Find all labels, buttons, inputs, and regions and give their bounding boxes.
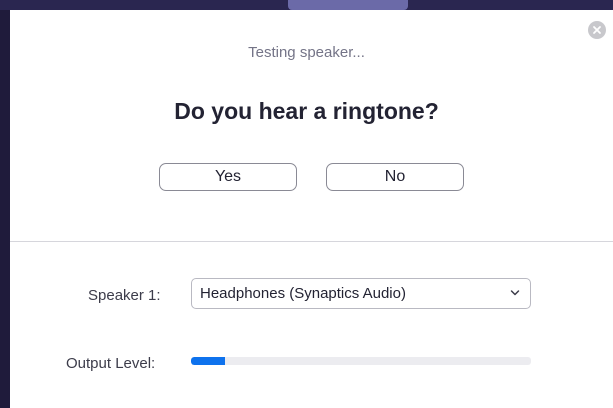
backdrop-highlight: [288, 0, 408, 10]
output-level-label: Output Level:: [66, 355, 156, 372]
close-icon: [593, 26, 601, 34]
output-level-meter: [191, 357, 531, 365]
output-level-fill: [191, 357, 225, 365]
chevron-down-icon: [510, 290, 520, 296]
no-button[interactable]: No: [326, 163, 464, 191]
section-divider: [10, 241, 613, 242]
backdrop-top-edge: [0, 0, 613, 10]
speaker-select[interactable]: Headphones (Synaptics Audio): [191, 278, 531, 309]
yes-button[interactable]: Yes: [159, 163, 297, 191]
close-button[interactable]: [588, 21, 606, 39]
speaker-selected-value: Headphones (Synaptics Audio): [200, 285, 406, 302]
ringtone-question: Do you hear a ringtone?: [174, 98, 439, 124]
screenshot-viewport: Testing speaker... Do you hear a rington…: [0, 0, 613, 408]
backdrop-left-edge: [0, 0, 10, 408]
speaker-label: Speaker 1:: [88, 287, 161, 304]
speaker-test-dialog: Testing speaker... Do you hear a rington…: [10, 10, 613, 408]
testing-status-text: Testing speaker...: [248, 44, 365, 61]
